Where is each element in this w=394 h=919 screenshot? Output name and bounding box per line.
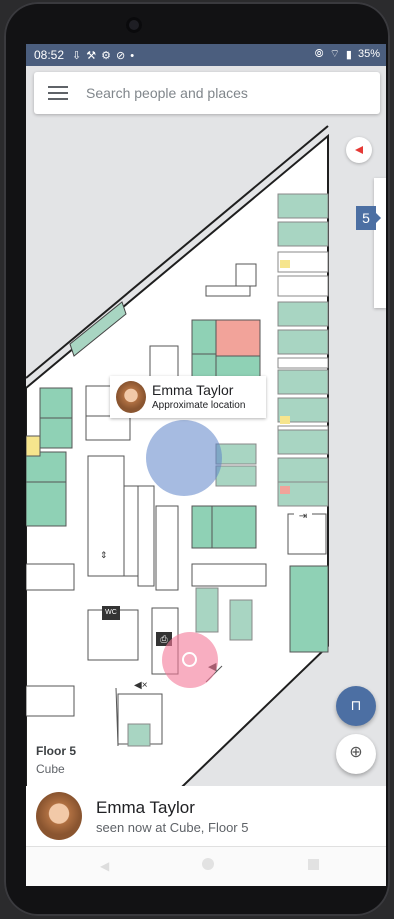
my-location-marker: [162, 632, 218, 688]
app-screen: 08:52 ⇩⚒⚙⊘• ⦾ ⌔ ▮ 35% Search people and …: [26, 44, 386, 886]
desk-icon: ⊓: [350, 697, 362, 713]
status-right-icons: ⦾ ⌔ ▮ 35%: [315, 47, 380, 61]
floor-name: Floor 5: [36, 744, 77, 758]
desk-booking-button[interactable]: ⊓: [336, 686, 376, 726]
menu-icon[interactable]: [48, 86, 68, 100]
status-time: 08:52: [34, 48, 65, 62]
status-bar: 08:52 ⇩⚒⚙⊘• ⦾ ⌔ ▮ 35%: [26, 44, 386, 66]
location-callout[interactable]: Emma Taylor Approximate location: [110, 376, 266, 418]
building-name: Cube: [36, 762, 65, 776]
mute-icon: ◀×: [134, 680, 148, 691]
wifi-icon: ⌔: [329, 48, 340, 60]
my-location-button[interactable]: ⊕: [336, 734, 376, 774]
phone-frame: 08:52 ⇩⚒⚙⊘• ⦾ ⌔ ▮ 35% Search people and …: [4, 2, 390, 916]
callout-subtitle: Approximate location: [152, 400, 246, 411]
person-status: seen now at Cube, Floor 5: [96, 820, 249, 835]
status-left-icons: ⇩⚒⚙⊘•: [72, 49, 140, 62]
stairs-icon: ⇕: [100, 550, 108, 560]
recents-icon[interactable]: [308, 859, 319, 870]
system-nav-bar: ◀: [26, 846, 386, 886]
wc-label: WC: [102, 606, 120, 620]
search-bar: [34, 72, 380, 114]
battery-text: 35%: [357, 48, 380, 60]
avatar: [36, 792, 82, 840]
compass-icon[interactable]: [346, 137, 372, 163]
back-icon[interactable]: ◀: [100, 859, 109, 873]
crosshair-icon: ⊕: [349, 744, 363, 761]
vibrate-icon: ⦾: [314, 47, 324, 60]
person-name: Emma Taylor: [96, 798, 195, 817]
search-input[interactable]: [84, 84, 348, 102]
exit-icon: ⇥: [294, 510, 312, 524]
approximate-location-circle: [146, 420, 222, 496]
home-icon[interactable]: [202, 858, 214, 870]
floor-selector[interactable]: [374, 178, 386, 308]
person-card[interactable]: Emma Taylor seen now at Cube, Floor 5: [26, 786, 386, 846]
front-camera: [126, 17, 142, 33]
floor-badge[interactable]: 5: [356, 206, 381, 230]
battery-icon: ▮: [345, 48, 352, 61]
avatar: [116, 381, 146, 413]
callout-name: Emma Taylor: [152, 382, 234, 398]
